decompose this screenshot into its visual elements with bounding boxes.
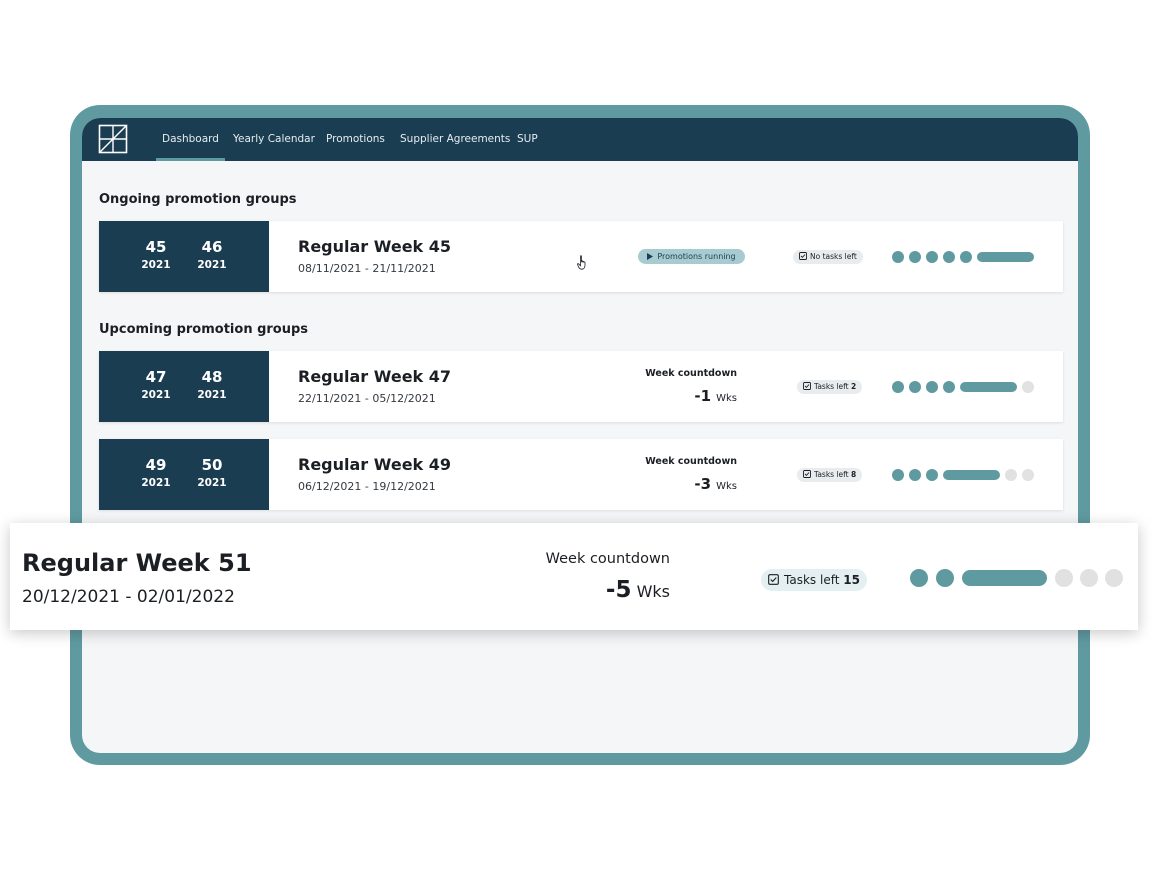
progress-step-current — [960, 382, 1017, 392]
week-countdown-value: -3 Wks — [587, 474, 737, 493]
top-navbar: Dashboard Yearly Calendar Promotions Sup… — [82, 118, 1078, 161]
promotion-group-title: Regular Week 51 — [22, 549, 252, 577]
promotion-group-title: Regular Week 47 — [298, 367, 452, 386]
start-week-number: 49 — [145, 456, 167, 474]
tasks-count: 15 — [843, 573, 860, 587]
status-badge-label: Promotions running — [657, 252, 736, 261]
checkbox-icon — [803, 470, 811, 478]
progress-step-todo — [1055, 569, 1073, 587]
progress-step-done — [892, 251, 904, 263]
tasks-badge-label: No tasks left — [810, 252, 857, 261]
countdown-number: -1 — [694, 387, 712, 405]
progress-step-done — [936, 569, 954, 587]
end-week-year: 2021 — [197, 389, 227, 401]
end-week: 46 2021 — [184, 239, 240, 272]
countdown-number: -3 — [694, 475, 712, 493]
app-screen: Dashboard Yearly Calendar Promotions Sup… — [82, 118, 1078, 753]
progress-step-done — [909, 251, 921, 263]
progress-step-done — [910, 569, 928, 587]
progress-step-done — [943, 251, 955, 263]
tasks-count: 8 — [851, 470, 857, 479]
checkbox-icon — [803, 382, 811, 390]
nav-supplier-agreements[interactable]: Supplier Agreements — [400, 118, 510, 161]
nav-dashboard[interactable]: Dashboard — [156, 118, 225, 161]
tasks-badge: Tasks left 8 — [797, 468, 863, 482]
start-week-year: 2021 — [141, 389, 171, 401]
start-week: 45 2021 — [128, 239, 184, 272]
end-week: 50 2021 — [184, 457, 240, 490]
promotion-group-card[interactable]: 47 2021 48 2021 Regular Week 47 22/11/20… — [99, 351, 1063, 422]
end-week-number: 46 — [201, 238, 223, 256]
tasks-badge: Tasks left 15 — [761, 569, 867, 591]
promotion-group-dates: 22/11/2021 - 05/12/2021 — [298, 392, 436, 405]
week-countdown-value: -5 Wks — [510, 577, 670, 603]
progress-step-todo — [1005, 469, 1017, 481]
promotion-group-card-highlight[interactable]: Regular Week 51 20/12/2021 - 02/01/2022 … — [10, 523, 1138, 630]
week-countdown-label: Week countdown — [645, 368, 737, 379]
upcoming-section-title: Upcoming promotion groups — [99, 322, 309, 337]
countdown-unit: Wks — [716, 393, 737, 404]
progress-step-done — [926, 251, 938, 263]
progress-step-done — [926, 469, 938, 481]
countdown-number: -5 — [605, 577, 632, 603]
progress-step-current — [962, 570, 1047, 586]
countdown-unit: Wks — [636, 582, 670, 601]
progress-step-current — [977, 252, 1034, 262]
end-week-year: 2021 — [197, 477, 227, 489]
promotion-group-dates: 06/12/2021 - 19/12/2021 — [298, 480, 436, 493]
week-countdown-label: Week countdown — [645, 456, 737, 467]
promotion-group-dates: 20/12/2021 - 02/01/2022 — [22, 587, 235, 607]
progress-step-done — [909, 381, 921, 393]
week-range-box: 47 2021 48 2021 — [99, 351, 269, 422]
promotion-group-card[interactable]: 49 2021 50 2021 Regular Week 49 06/12/20… — [99, 439, 1063, 510]
progress-step-done — [926, 381, 938, 393]
progress-step-current — [943, 470, 1000, 480]
promotion-group-title: Regular Week 49 — [298, 455, 452, 474]
week-range-box: 45 2021 46 2021 — [99, 221, 269, 292]
start-week-number: 45 — [145, 238, 167, 256]
end-week-year: 2021 — [197, 259, 227, 271]
play-icon — [647, 253, 654, 260]
end-week: 48 2021 — [184, 369, 240, 402]
progress-step-done — [943, 381, 955, 393]
end-week-number: 50 — [201, 456, 223, 474]
start-week: 47 2021 — [128, 369, 184, 402]
start-week: 49 2021 — [128, 457, 184, 490]
progress-step-done — [892, 381, 904, 393]
promotion-group-title: Regular Week 45 — [298, 237, 452, 256]
progress-step-todo — [1022, 469, 1034, 481]
countdown-unit: Wks — [716, 481, 737, 492]
progress-step-todo — [1080, 569, 1098, 587]
nav-sup[interactable]: SUP — [517, 118, 538, 161]
progress-step-done — [960, 251, 972, 263]
week-countdown-value: -1 Wks — [587, 386, 737, 405]
week-countdown-label: Week countdown — [545, 551, 670, 567]
progress-step-done — [909, 469, 921, 481]
start-week-number: 47 — [145, 368, 167, 386]
tasks-count: 2 — [851, 382, 857, 391]
progress-step-done — [892, 469, 904, 481]
status-badge: Promotions running — [638, 249, 745, 264]
ongoing-section-title: Ongoing promotion groups — [99, 192, 297, 207]
tasks-badge: No tasks left — [793, 250, 863, 264]
nav-promotions[interactable]: Promotions — [326, 118, 385, 161]
tasks-badge-label: Tasks left — [784, 573, 840, 587]
week-range-box: 49 2021 50 2021 — [99, 439, 269, 510]
tasks-badge: Tasks left 2 — [797, 380, 863, 394]
start-week-year: 2021 — [141, 477, 171, 489]
progress-step-todo — [1022, 381, 1034, 393]
end-week-number: 48 — [201, 368, 223, 386]
checkbox-icon — [768, 574, 779, 585]
promotion-group-dates: 08/11/2021 - 21/11/2021 — [298, 262, 436, 275]
tasks-badge-label: Tasks left — [814, 470, 849, 479]
start-week-year: 2021 — [141, 259, 171, 271]
checkbox-icon — [799, 252, 807, 260]
nav-yearly-calendar[interactable]: Yearly Calendar — [233, 118, 315, 161]
tasks-badge-label: Tasks left — [814, 382, 849, 391]
progress-step-todo — [1105, 569, 1123, 587]
logo-mark-icon[interactable] — [98, 124, 128, 154]
hand-pointer-icon — [577, 255, 586, 270]
